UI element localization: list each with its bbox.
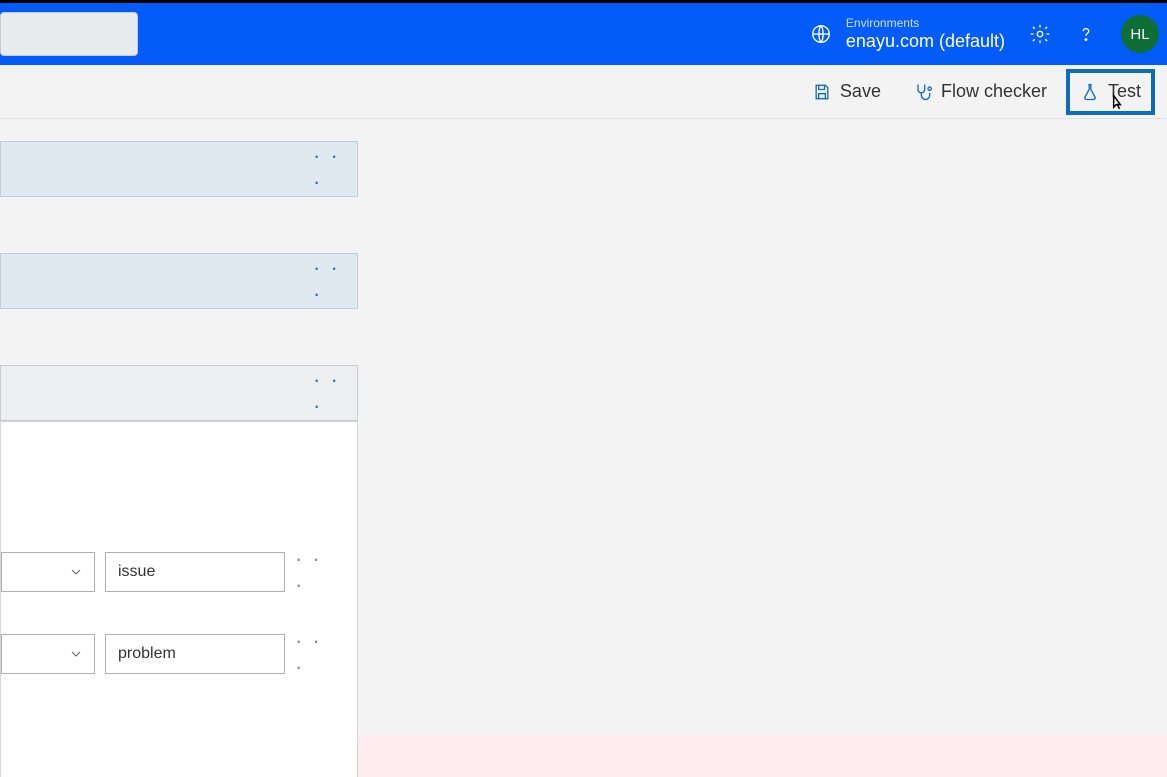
condition-header[interactable]: · · ·	[0, 365, 358, 421]
card-menu-button[interactable]: · · ·	[313, 149, 353, 189]
stethoscope-icon	[913, 82, 933, 102]
search-input[interactable]	[0, 12, 138, 56]
operator-dropdown[interactable]	[1, 634, 95, 674]
action-card[interactable]: · · ·	[0, 253, 358, 309]
flow-checker-label: Flow checker	[941, 81, 1047, 102]
card-menu-button[interactable]: · · ·	[313, 373, 353, 413]
save-icon	[812, 82, 832, 102]
card-menu-button[interactable]: · · ·	[313, 261, 353, 301]
chevron-down-icon	[68, 564, 84, 580]
environment-picker[interactable]: Environments enayu.com (default)	[810, 17, 1005, 51]
test-button[interactable]: Test	[1066, 69, 1155, 115]
value-input-2[interactable]	[105, 634, 285, 674]
save-button[interactable]: Save	[799, 69, 894, 115]
avatar-initials: HL	[1130, 26, 1149, 43]
chevron-down-icon	[68, 646, 84, 662]
globe-icon	[810, 23, 832, 45]
row-menu-button[interactable]: · · ·	[295, 552, 335, 592]
settings-icon[interactable]	[1029, 23, 1051, 45]
trigger-card[interactable]: · · ·	[0, 141, 358, 197]
operator-dropdown[interactable]	[1, 552, 95, 592]
environment-label: Environments	[846, 17, 1005, 31]
flow-canvas[interactable]: · · · · · · · · · · · · · · ·	[0, 119, 1167, 735]
environment-name: enayu.com (default)	[846, 31, 1005, 52]
save-label: Save	[840, 81, 881, 102]
app-header: Environments enayu.com (default) HL	[0, 3, 1167, 65]
user-avatar[interactable]: HL	[1121, 15, 1159, 53]
environment-text: Environments enayu.com (default)	[846, 17, 1005, 51]
value-input-1[interactable]	[105, 552, 285, 592]
flask-icon	[1080, 82, 1100, 102]
header-right-group: Environments enayu.com (default) HL	[810, 15, 1159, 53]
condition-panel: · · · · · ·	[0, 421, 358, 777]
help-icon[interactable]	[1075, 23, 1097, 45]
test-label: Test	[1108, 81, 1141, 102]
row-menu-button[interactable]: · · ·	[295, 634, 335, 674]
designer-toolbar: Save Flow checker Test Test	[0, 65, 1167, 119]
flow-checker-button[interactable]: Flow checker	[900, 69, 1060, 115]
